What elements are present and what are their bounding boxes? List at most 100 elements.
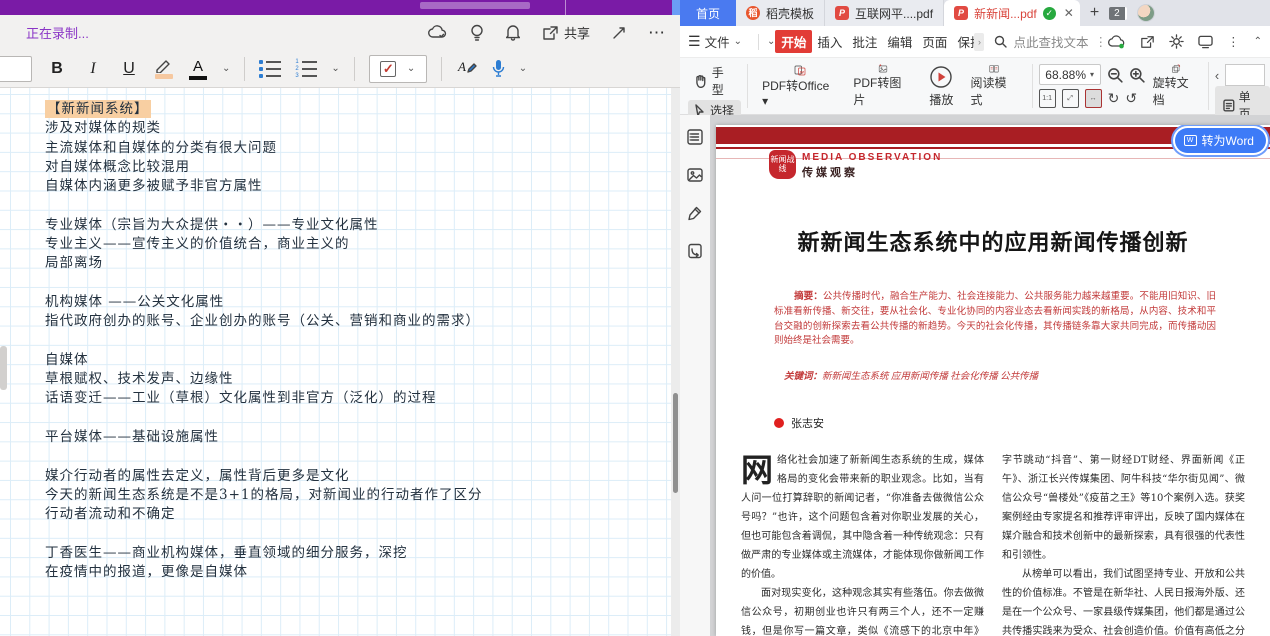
note-line: 机构媒体 ——公关文化属性 [45,293,645,312]
collapse-toolbar-icon[interactable]: ⌃ [1254,36,1262,47]
cloud-status-icon[interactable] [1108,35,1126,49]
pdf-to-image-button[interactable]: PDF转图片 [845,62,920,110]
gear-icon[interactable] [1169,34,1184,49]
underline-button[interactable]: U [118,60,140,78]
menu-item-protect[interactable]: 保护 [952,30,974,53]
more-options-icon[interactable]: ⋯ [648,23,666,43]
note-line: 指代政府创办的账号、企业创办的账号（公关、营销和商业的需求） [45,312,645,331]
font-combo-box[interactable] [0,56,32,82]
tab-home[interactable]: 首页 [680,0,736,26]
menu-item-annotate[interactable]: 批注 [847,30,882,53]
zoom-in-icon[interactable] [1129,67,1145,83]
note-line: 【新新闻系统】 [45,100,645,119]
share-button[interactable]: 共享 [542,23,590,42]
format-painter-button[interactable]: A [456,56,478,81]
zoom-level-combo[interactable]: 68.88%▾ [1039,64,1101,85]
bullet-list-button[interactable] [259,60,281,78]
find-text-placeholder: 点此查找文本 [1013,32,1088,51]
numbered-list-button[interactable]: 1 2 3 [295,60,317,78]
actual-size-icon[interactable]: 1:1 [1039,89,1056,108]
saved-check-icon: ✓ [1043,7,1056,20]
menu-item-edit[interactable]: 编辑 [882,30,917,53]
rotate-doc-icon [1163,64,1189,74]
italic-button[interactable]: I [82,60,104,78]
todo-tag-dropdown[interactable]: ✓ ⌄ [369,55,427,83]
note-line: 自媒体内涵更多被赋予非官方属性 [45,177,645,196]
rotate-ccw-icon[interactable]: ↺ [1125,90,1137,107]
tab-pdf-internet[interactable]: P 互联网平....pdf [825,0,944,26]
file-menu[interactable]: ☰ 文件 ⌄ [688,32,742,51]
outline-panel-icon[interactable] [687,129,703,145]
zoom-out-icon[interactable] [1107,67,1123,83]
note-line: 局部离场 [45,254,645,273]
menu-overflow-arrow[interactable]: › [974,33,984,51]
author-bullet-icon [774,418,784,428]
page-number-input[interactable] [1225,64,1265,86]
left-scroll-thumb[interactable] [0,346,7,390]
hand-tool-button[interactable]: 手型 [688,62,741,100]
note-line: 涉及对媒体的规类 [45,119,645,138]
note-line: 主流媒体和自媒体的分类有很大问题 [45,139,645,158]
note-line [45,196,645,215]
note-scrollbar-track[interactable] [671,88,680,636]
note-scrollbar-thumb[interactable] [673,393,678,493]
more-menu-icon[interactable]: ⋮ [1227,34,1240,49]
pdf-toolbar: 手型 选择 W PDF转Office ▾ PDF转图片 播放 [680,58,1270,115]
pdf-page[interactable]: 新闻战线 MEDIA OBSERVATION 传媒观察 W 转为Word 新新闻… [716,125,1270,636]
highlighter-button[interactable] [154,58,174,80]
note-canvas[interactable]: 【新新闻系统】涉及对媒体的规类主流媒体和自媒体的分类有很大问题对自媒体概念比较混… [0,88,680,636]
tab-pdf-active[interactable]: P 新新闻...pdf ✓ ✕ [944,0,1080,26]
note-line [45,332,645,351]
pdf-file-icon: P [954,6,968,20]
pdf-to-office-button[interactable]: W PDF转Office ▾ [754,62,845,110]
list-options-chevron[interactable]: ⌄ [331,63,339,74]
pdf-app-window: 首页 稻 稻壳模板 P 互联网平....pdf P 新新闻...pdf ✓ ✕ … [680,0,1270,636]
note-line [45,274,645,293]
rotate-document-button[interactable]: 旋转文档 [1145,62,1208,110]
tab-docer[interactable]: 稻 稻壳模板 [736,0,825,26]
window-count-badge[interactable]: 2 [1109,7,1127,20]
close-tab-icon[interactable]: ✕ [1064,6,1074,20]
user-avatar[interactable] [1137,4,1155,22]
journal-seal-logo: 新闻战线 [769,150,796,179]
menu-item-page[interactable]: 页面 [917,30,952,53]
lightbulb-icon[interactable] [470,24,484,42]
microphone-button[interactable] [492,59,505,78]
pdf-document-area: 新闻战线 MEDIA OBSERVATION 传媒观察 W 转为Word 新新闻… [680,115,1270,636]
bold-button[interactable]: B [46,60,68,78]
note-line [45,525,645,544]
convert-to-word-button[interactable]: W 转为Word [1175,128,1266,153]
drop-cap: 网 [741,451,777,488]
rotate-cw-icon[interactable]: ↻ [1108,90,1120,107]
keywords-label: 关键词： [784,372,822,382]
signature-icon[interactable] [687,205,703,221]
new-tab-button[interactable]: + [1080,0,1109,26]
note-line [45,409,645,428]
svg-text:A: A [457,59,466,74]
note-format-toolbar: B I U A ⌄ 1 2 3 ⌄ ✓ ⌄ [0,50,680,88]
dictate-options-chevron[interactable]: ⌄ [519,63,527,74]
journal-name-cn: 传媒观察 [802,164,858,180]
share-doc-icon[interactable] [1140,35,1155,49]
read-mode-button[interactable]: 阅读模式 [962,62,1025,110]
checkbox-icon: ✓ [380,61,396,77]
fit-page-icon[interactable]: ⤢ [1062,89,1079,108]
find-text-box[interactable]: 点此查找文本 ⋮ [994,32,1108,51]
prev-page-chevron[interactable]: ‹ [1215,68,1219,83]
menu-item-start[interactable]: 开始 [775,30,812,53]
comment-icon[interactable] [1198,35,1213,49]
cloud-sync-icon[interactable] [428,25,448,40]
note-line: 丁香医生——商业机构媒体，垂直领域的细分服务，深挖 [45,544,645,563]
images-panel-icon[interactable] [687,167,703,183]
play-button[interactable]: 播放 [920,62,962,110]
font-options-chevron[interactable]: ⌄ [222,63,230,74]
font-color-button[interactable]: A [188,58,208,80]
expand-icon[interactable] [612,26,626,40]
export-word-icon[interactable] [687,243,703,259]
article-keywords: 关键词：新新闻生态系统 应用新闻传播 社会化传播 公共传播 [784,368,1226,382]
note-app-window: 正在录制... 共享 ⋯ [0,0,680,636]
fit-width-icon[interactable]: ↔ [1085,89,1102,108]
bell-icon[interactable] [506,24,520,41]
menu-item-insert[interactable]: 插入 [812,30,847,53]
ribbon-collapse-chevron[interactable]: ⌄ [767,36,775,47]
